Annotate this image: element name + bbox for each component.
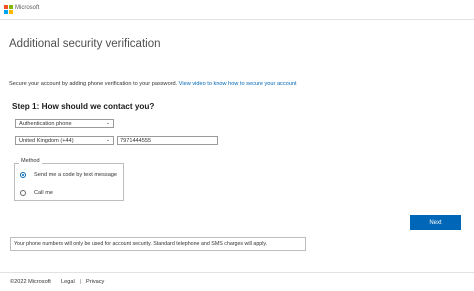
logo-square-blue (4, 10, 8, 14)
country-select[interactable]: United Kingdom (+44) ⌄ (15, 136, 114, 145)
contact-method-value: Authentication phone (19, 121, 72, 127)
top-bar: Microsoft (0, 0, 474, 20)
call-me-radio[interactable] (20, 190, 26, 196)
logo-square-yellow (9, 10, 13, 14)
step-heading: Step 1: How should we contact you? (12, 102, 155, 111)
text-message-label[interactable]: Send me a code by text message (34, 172, 117, 178)
footer-privacy-link[interactable]: Privacy (86, 279, 104, 285)
view-video-link[interactable]: View video to know how to secure your ac… (179, 81, 297, 87)
text-message-radio[interactable] (20, 172, 26, 178)
footer-legal-link[interactable]: Legal (61, 279, 75, 285)
contact-method-select[interactable]: Authentication phone ⌄ (15, 119, 114, 128)
next-button[interactable]: Next (410, 215, 461, 230)
footer-separator: | (80, 279, 82, 285)
method-legend: Method (19, 158, 42, 164)
chevron-down-icon: ⌄ (105, 120, 110, 126)
intro-text: Secure your account by adding phone veri… (9, 81, 178, 87)
country-value: United Kingdom (+44) (19, 138, 74, 144)
chevron-down-icon: ⌄ (105, 137, 110, 143)
method-fieldset (14, 163, 124, 201)
logo-square-red (4, 5, 8, 9)
microsoft-logo-icon (4, 5, 13, 14)
call-me-label[interactable]: Call me (34, 190, 53, 196)
phone-number-input[interactable] (117, 136, 218, 145)
brand-name: Microsoft (15, 5, 40, 11)
phone-usage-notice: Your phone numbers will only be used for… (10, 237, 306, 251)
footer-copyright: ©2022 Microsoft (10, 279, 51, 285)
page-title: Additional security verification (9, 38, 161, 50)
logo-square-green (9, 5, 13, 9)
intro-paragraph: Secure your account by adding phone veri… (9, 81, 297, 87)
